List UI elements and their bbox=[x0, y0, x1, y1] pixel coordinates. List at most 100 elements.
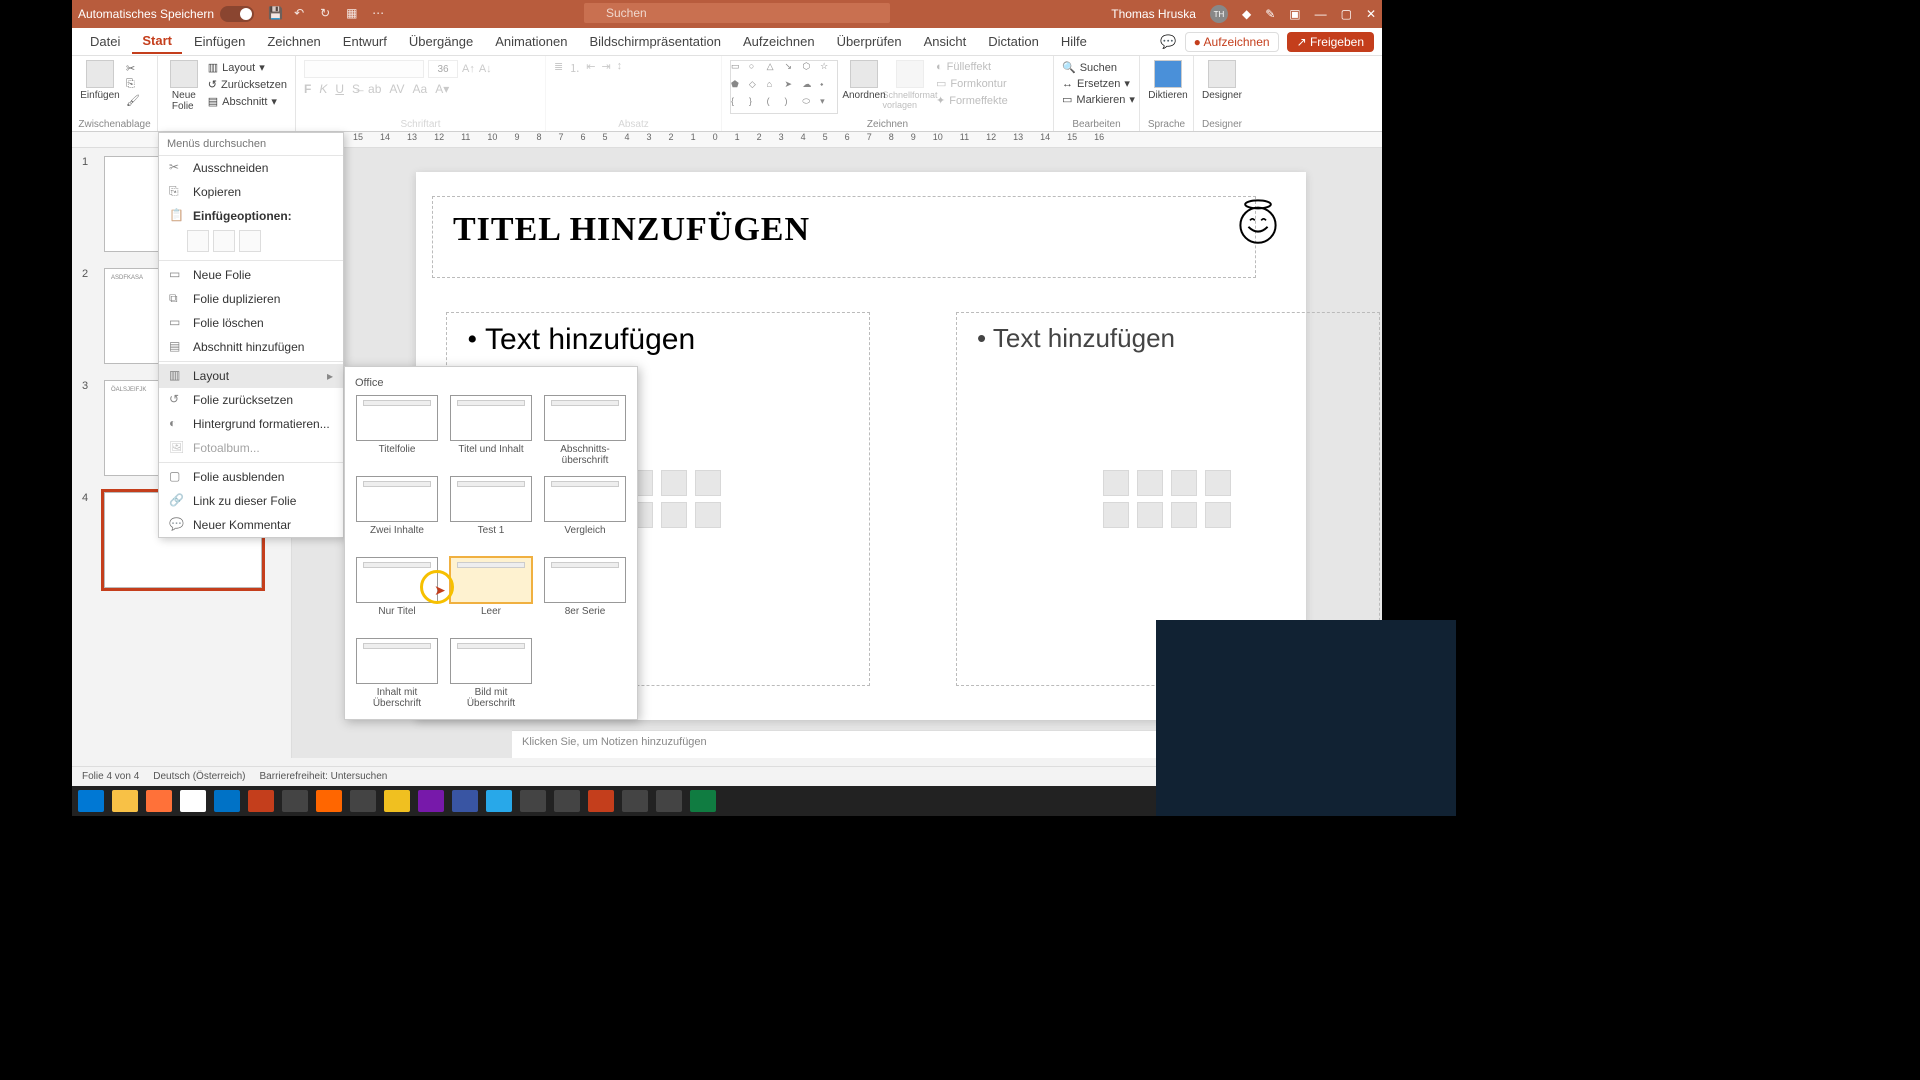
ctx-link-slide[interactable]: 🔗Link zu dieser Folie bbox=[159, 489, 343, 513]
strike-icon[interactable]: S̶ bbox=[352, 82, 360, 96]
shape-fill-button[interactable]: ◐ Fülleffekt bbox=[936, 60, 1008, 74]
app-icon[interactable] bbox=[282, 790, 308, 812]
chart-icon[interactable] bbox=[1137, 470, 1163, 496]
font-family-input[interactable] bbox=[304, 60, 424, 78]
ctx-format-background[interactable]: ◐Hintergrund formatieren... bbox=[159, 412, 343, 436]
outdent-icon[interactable]: ⇤ bbox=[586, 60, 595, 73]
title-placeholder[interactable]: TITEL HINZUFÜGEN bbox=[432, 196, 1256, 278]
start-icon[interactable] bbox=[78, 790, 104, 812]
outlook-icon[interactable] bbox=[214, 790, 240, 812]
section-button[interactable]: ▤ Abschnitt ▾ bbox=[208, 94, 287, 109]
ctx-duplicate-slide[interactable]: ⧉Folie duplizieren bbox=[159, 287, 343, 311]
app-icon[interactable] bbox=[350, 790, 376, 812]
smartart-icon[interactable] bbox=[661, 470, 687, 496]
indent-icon[interactable]: ⇥ bbox=[601, 60, 610, 73]
slideshow-icon[interactable]: ▦ bbox=[346, 6, 362, 22]
icon-icon[interactable] bbox=[695, 502, 721, 528]
user-avatar[interactable]: TH bbox=[1210, 5, 1228, 23]
context-search-input[interactable] bbox=[159, 133, 343, 156]
save-icon[interactable]: 💾 bbox=[268, 6, 284, 22]
layout-option[interactable] bbox=[356, 476, 438, 522]
replace-button[interactable]: ↔ Ersetzen ▾ bbox=[1062, 76, 1130, 91]
underline-icon[interactable]: U bbox=[335, 82, 344, 96]
tab-datei[interactable]: Datei bbox=[80, 30, 130, 53]
picture-icon[interactable]: ▣ bbox=[1289, 7, 1300, 21]
diamond-icon[interactable]: ◆ bbox=[1242, 7, 1251, 21]
vlc-icon[interactable] bbox=[316, 790, 342, 812]
tab-start[interactable]: Start bbox=[132, 29, 182, 54]
shape-outline-button[interactable]: ▭ Formkontur bbox=[936, 76, 1008, 91]
font-size-input[interactable] bbox=[428, 60, 458, 78]
bullets-icon[interactable]: ≣ bbox=[554, 60, 563, 73]
language-indicator[interactable]: Deutsch (Österreich) bbox=[153, 771, 245, 782]
placeholder-icon-grid[interactable] bbox=[1103, 470, 1233, 528]
more-icon[interactable]: ⋯ bbox=[372, 6, 388, 22]
spacing-icon[interactable]: AV bbox=[389, 82, 404, 96]
layout-option[interactable] bbox=[356, 557, 438, 603]
italic-icon[interactable]: K bbox=[319, 82, 327, 96]
ctx-layout[interactable]: ▥Layout▸ bbox=[159, 364, 343, 388]
select-button[interactable]: ▭ Markieren ▾ bbox=[1062, 92, 1135, 107]
paste-picture-icon[interactable] bbox=[239, 230, 261, 252]
close-icon[interactable]: ✕ bbox=[1366, 7, 1376, 21]
ctx-copy[interactable]: ⎘Kopieren bbox=[159, 180, 343, 204]
tab-ueberpruefen[interactable]: Überprüfen bbox=[827, 30, 912, 53]
quick-styles-button[interactable]: Schnellformat vorlagen bbox=[890, 60, 930, 110]
new-slide-button[interactable]: Neue Folie bbox=[166, 60, 202, 112]
table-icon[interactable] bbox=[1103, 470, 1129, 496]
picture-icon[interactable] bbox=[1103, 502, 1129, 528]
tab-animationen[interactable]: Animationen bbox=[485, 30, 577, 53]
minimize-icon[interactable]: — bbox=[1315, 7, 1327, 21]
pen-icon[interactable]: ✎ bbox=[1265, 7, 1275, 21]
slide-indicator[interactable]: Folie 4 von 4 bbox=[82, 771, 139, 782]
tab-ansicht[interactable]: Ansicht bbox=[914, 30, 977, 53]
telegram-icon[interactable] bbox=[486, 790, 512, 812]
app-icon[interactable] bbox=[384, 790, 410, 812]
ctx-new-comment[interactable]: 💬Neuer Kommentar bbox=[159, 513, 343, 537]
tab-einfuegen[interactable]: Einfügen bbox=[184, 30, 255, 53]
redo-icon[interactable]: ↻ bbox=[320, 6, 336, 22]
tab-uebergaenge[interactable]: Übergänge bbox=[399, 30, 483, 53]
layout-option[interactable] bbox=[450, 476, 532, 522]
dictate-button[interactable]: Diktieren bbox=[1148, 60, 1188, 101]
accessibility-indicator[interactable]: Barrierefreiheit: Untersuchen bbox=[260, 771, 388, 782]
tab-dictation[interactable]: Dictation bbox=[978, 30, 1049, 53]
ctx-hide-slide[interactable]: ▢Folie ausblenden bbox=[159, 465, 343, 489]
share-button[interactable]: ↗ Freigeben bbox=[1287, 32, 1374, 52]
layout-option[interactable] bbox=[450, 395, 532, 441]
app-icon[interactable] bbox=[588, 790, 614, 812]
shadow-icon[interactable]: ab bbox=[368, 82, 381, 96]
maximize-icon[interactable]: ▢ bbox=[1341, 7, 1352, 21]
bold-icon[interactable]: F bbox=[304, 82, 311, 96]
layout-option[interactable] bbox=[356, 638, 438, 684]
copy-icon-small[interactable]: ⎘ bbox=[126, 78, 140, 91]
explorer-icon[interactable] bbox=[112, 790, 138, 812]
arrange-button[interactable]: Anordnen bbox=[844, 60, 884, 101]
firefox-icon[interactable] bbox=[146, 790, 172, 812]
cut-icon-small[interactable]: ✂ bbox=[126, 62, 140, 75]
ctx-new-slide[interactable]: ▭Neue Folie bbox=[159, 263, 343, 287]
excel-icon[interactable] bbox=[690, 790, 716, 812]
layout-option[interactable] bbox=[356, 395, 438, 441]
3d-icon[interactable] bbox=[695, 470, 721, 496]
comments-icon[interactable]: 💬 bbox=[1160, 34, 1176, 50]
line-spacing-icon[interactable]: ↕ bbox=[617, 60, 623, 72]
tab-aufzeichnen[interactable]: Aufzeichnen bbox=[733, 30, 825, 53]
ctx-cut[interactable]: ✂Ausschneiden bbox=[159, 156, 343, 180]
tab-entwurf[interactable]: Entwurf bbox=[333, 30, 397, 53]
layout-option[interactable] bbox=[450, 557, 532, 603]
video-icon[interactable] bbox=[661, 502, 687, 528]
app-icon[interactable] bbox=[520, 790, 546, 812]
icon-icon[interactable] bbox=[1205, 502, 1231, 528]
ctx-delete-slide[interactable]: ▭Folie löschen bbox=[159, 311, 343, 335]
tab-zeichnen[interactable]: Zeichnen bbox=[257, 30, 330, 53]
tab-hilfe[interactable]: Hilfe bbox=[1051, 30, 1097, 53]
ctx-reset-slide[interactable]: ↺Folie zurücksetzen bbox=[159, 388, 343, 412]
app-icon[interactable] bbox=[554, 790, 580, 812]
paste-use-dest-icon[interactable] bbox=[213, 230, 235, 252]
layout-option[interactable] bbox=[450, 638, 532, 684]
case-icon[interactable]: Aa bbox=[413, 82, 428, 96]
app-icon[interactable] bbox=[656, 790, 682, 812]
increase-font-icon[interactable]: A↑ bbox=[462, 63, 475, 75]
numbering-icon[interactable]: ⒈ bbox=[569, 60, 580, 76]
